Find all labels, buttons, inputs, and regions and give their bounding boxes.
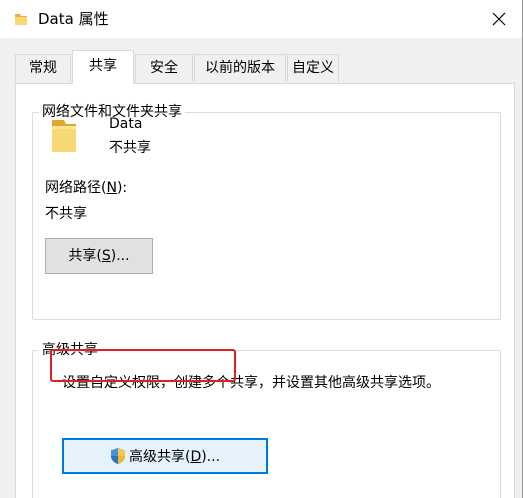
properties-window: Data 属性 常规 共享 安全 以前的版本 自定义 网络文件和文件夹共享 Da… xyxy=(0,0,523,498)
advanced-sharing-button[interactable]: 高级共享(D)... xyxy=(62,438,268,474)
sharing-tab-panel: 网络文件和文件夹共享 Data 不共享 网络路径(N): 不共享 共享(S)..… xyxy=(15,83,515,498)
close-button[interactable] xyxy=(476,0,522,38)
uac-shield-icon xyxy=(110,448,125,464)
network-path-value: 不共享 xyxy=(45,206,87,222)
tab-general[interactable]: 常规 xyxy=(15,54,71,82)
folder-name: Data xyxy=(109,116,143,132)
tab-sharing[interactable]: 共享 xyxy=(72,50,134,84)
advanced-sharing-description: 设置自定义权限，创建多个共享，并设置其他高级共享选项。 xyxy=(62,375,440,391)
folder-share-state: 不共享 xyxy=(109,140,151,156)
advanced-sharing-group: 高级共享 设置自定义权限，创建多个共享，并设置其他高级共享选项。 高级共享(D)… xyxy=(32,340,501,498)
shared-folder-icon xyxy=(52,120,76,152)
network-path-label: 网络路径(N): xyxy=(45,180,128,196)
advanced-sharing-title: 高级共享 xyxy=(39,340,101,360)
advanced-sharing-button-label: 高级共享(D)... xyxy=(128,449,221,465)
network-sharing-group: 网络文件和文件夹共享 xyxy=(32,102,501,320)
window-title: Data 属性 xyxy=(38,10,109,28)
tab-customize[interactable]: 自定义 xyxy=(287,54,339,82)
close-icon xyxy=(492,12,506,26)
tab-previous-versions[interactable]: 以前的版本 xyxy=(194,54,286,82)
title-bar: Data 属性 xyxy=(0,0,522,38)
share-button[interactable]: 共享(S)... xyxy=(45,238,153,274)
folder-icon xyxy=(15,14,27,25)
tab-security[interactable]: 安全 xyxy=(135,54,193,82)
